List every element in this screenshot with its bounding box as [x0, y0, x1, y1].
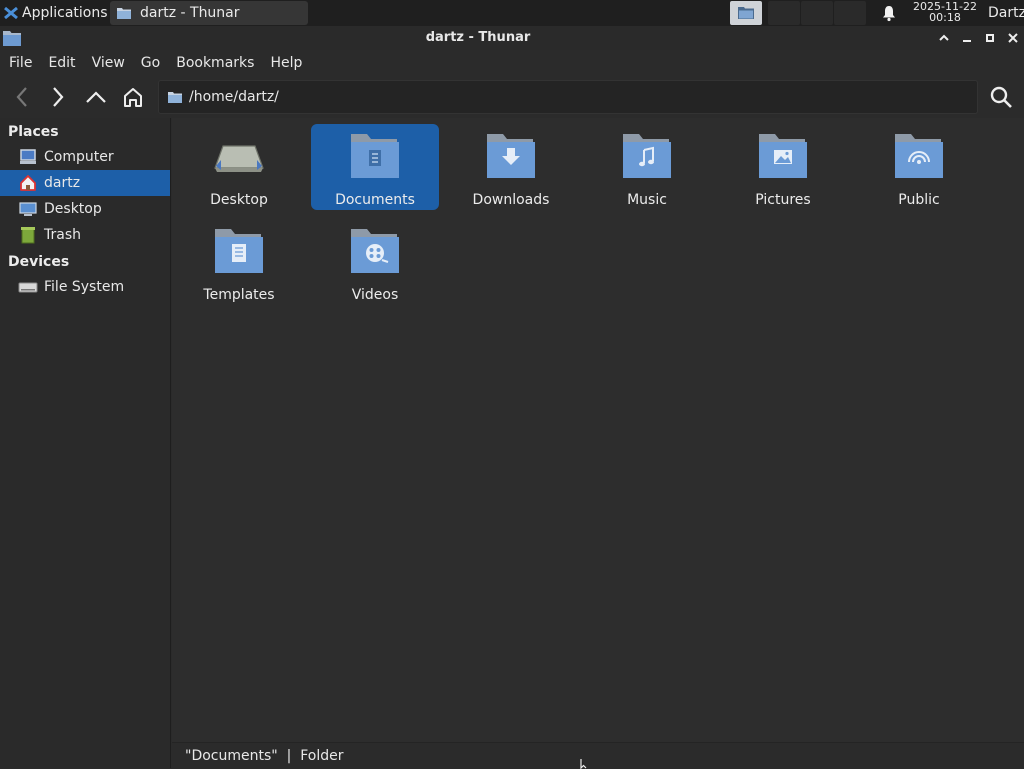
- maximize-button[interactable]: [980, 28, 1000, 48]
- folder-icon: [117, 8, 131, 19]
- sidebar-item-computer[interactable]: Computer: [0, 144, 170, 170]
- devices-heading: Devices: [8, 254, 70, 270]
- up-arrow-icon: [86, 91, 106, 103]
- workspace-2-button[interactable]: [768, 1, 800, 25]
- file-item-documents[interactable]: Documents: [311, 124, 439, 210]
- home-button[interactable]: [117, 81, 149, 113]
- file-item-templates[interactable]: Templates: [175, 219, 303, 305]
- downloads-folder-icon: [487, 134, 535, 178]
- file-item-label: Templates: [203, 287, 275, 303]
- forward-button[interactable]: [42, 81, 74, 113]
- file-item-music[interactable]: Music: [583, 124, 711, 210]
- back-arrow-icon: [16, 87, 27, 107]
- workspace-3-button[interactable]: [801, 1, 833, 25]
- minimize-button[interactable]: [957, 28, 977, 48]
- taskbar-button-thunar[interactable]: dartz - Thunar: [110, 1, 308, 25]
- file-icon-view[interactable]: Desktop Documents Downloads Music Pictur…: [172, 118, 1024, 742]
- public-folder-icon: [895, 134, 943, 178]
- sidebar-item-label: Computer: [44, 149, 114, 165]
- maximize-icon: [986, 34, 994, 42]
- videos-folder-icon: [351, 229, 399, 273]
- status-bar: "Documents" | Folder: [172, 742, 1024, 769]
- documents-folder-icon: [351, 134, 399, 178]
- menu-help[interactable]: Help: [262, 55, 310, 71]
- file-item-label: Music: [627, 192, 667, 208]
- window-title: dartz - Thunar: [425, 30, 531, 45]
- sidebar-item-trash[interactable]: Trash: [0, 222, 170, 248]
- pictures-folder-icon: [759, 134, 807, 178]
- sidebar-item-label: dartz: [44, 175, 81, 191]
- parent-folder-button[interactable]: [80, 81, 112, 113]
- sidebar: Places Computer dartz Desktop Trash Devi…: [0, 118, 171, 768]
- file-item-pictures[interactable]: Pictures: [719, 124, 847, 210]
- file-item-label: Videos: [351, 287, 399, 303]
- chevron-up-icon: [939, 34, 949, 41]
- menu-edit[interactable]: Edit: [40, 55, 83, 71]
- file-item-label: Downloads: [472, 192, 550, 208]
- menu-go[interactable]: Go: [133, 55, 168, 71]
- music-folder-icon: [623, 134, 671, 178]
- file-item-desktop[interactable]: Desktop: [175, 124, 303, 210]
- templates-folder-icon: [215, 229, 263, 273]
- home-icon: [124, 88, 142, 107]
- window-titlebar[interactable]: dartz - Thunar: [0, 26, 1024, 50]
- drive-icon: [18, 278, 38, 296]
- notification-bell-icon[interactable]: [880, 4, 898, 22]
- location-path: /home/dartz/: [189, 89, 279, 105]
- file-item-label: Pictures: [755, 192, 811, 208]
- folder-icon: [738, 7, 754, 19]
- desktop-folder-icon: [214, 145, 264, 172]
- back-button[interactable]: [6, 81, 38, 113]
- folder-icon: [168, 92, 182, 103]
- sidebar-item-desktop[interactable]: Desktop: [0, 196, 170, 222]
- menu-view[interactable]: View: [84, 55, 133, 71]
- file-item-label: Documents: [335, 192, 415, 208]
- menu-bookmarks[interactable]: Bookmarks: [168, 55, 262, 71]
- file-item-downloads[interactable]: Downloads: [447, 124, 575, 210]
- workspace-1-button[interactable]: [730, 1, 762, 25]
- file-item-videos[interactable]: Videos: [311, 219, 439, 305]
- top-panel: Applications dartz - Thunar 2025-11-22 0…: [0, 0, 1024, 27]
- sidebar-item-dartz[interactable]: dartz: [0, 170, 170, 196]
- workspace-4-button[interactable]: [834, 1, 866, 25]
- sidebar-item-file-system[interactable]: File System: [0, 274, 170, 300]
- close-icon: [1008, 33, 1018, 43]
- home-icon: [18, 174, 38, 192]
- file-item-public[interactable]: Public: [855, 124, 983, 210]
- status-text: "Documents" | Folder: [185, 748, 344, 764]
- toolbar: /home/dartz/: [0, 77, 1024, 117]
- file-item-label: Public: [898, 192, 940, 208]
- trash-icon: [18, 226, 38, 244]
- clock[interactable]: 2025-11-22 00:18: [906, 1, 984, 23]
- location-bar[interactable]: /home/dartz/: [158, 80, 978, 114]
- search-icon: [990, 86, 1012, 108]
- applications-icon: [4, 6, 18, 20]
- applications-menu-button[interactable]: Applications: [0, 0, 118, 26]
- sidebar-item-label: File System: [44, 279, 125, 295]
- taskbar-label: dartz - Thunar: [140, 5, 240, 21]
- applications-label: Applications: [22, 5, 108, 21]
- desktop-icon: [18, 200, 38, 218]
- menu-bar: File Edit View Go Bookmarks Help: [0, 50, 1024, 76]
- search-button[interactable]: [985, 81, 1017, 113]
- clock-time: 00:18: [929, 11, 961, 24]
- sidebar-item-label: Desktop: [44, 201, 102, 217]
- sidebar-item-label: Trash: [44, 227, 81, 243]
- close-button[interactable]: [1003, 28, 1023, 48]
- forward-arrow-icon: [53, 87, 64, 107]
- places-heading: Places: [8, 124, 59, 140]
- user-menu[interactable]: Dartz: [988, 5, 1024, 21]
- file-item-label: Desktop: [210, 192, 268, 208]
- minimize-icon: [963, 40, 971, 42]
- shade-button[interactable]: [934, 28, 954, 48]
- computer-icon: [18, 148, 38, 166]
- menu-file[interactable]: File: [0, 55, 40, 71]
